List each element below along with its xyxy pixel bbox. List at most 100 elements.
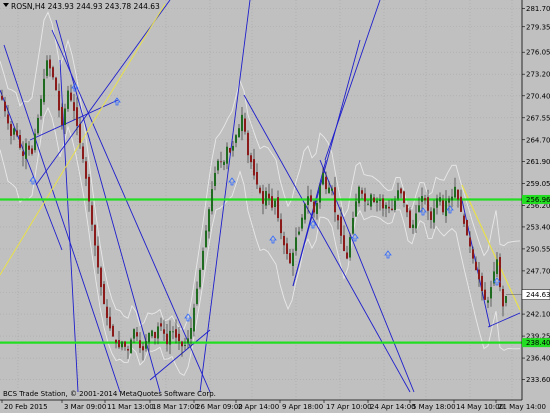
trendline[interactable] (487, 312, 521, 328)
candle (397, 190, 399, 199)
level-tag-label: 256.96 (526, 196, 550, 204)
x-tick-label: 26 Mar 09:00 (196, 403, 243, 411)
candle (436, 198, 438, 208)
price-chart[interactable]: 281.70 279.35 276.05 273.20 270.40 267.55 264.… (0, 0, 550, 413)
candle (118, 340, 120, 348)
candle (340, 216, 342, 236)
x-tick-label: 20 Feb 2015 (4, 403, 48, 411)
candle (349, 237, 351, 258)
candle (352, 218, 354, 234)
candle (289, 253, 291, 264)
candle (205, 230, 207, 248)
candle (319, 185, 321, 203)
candle (403, 191, 405, 204)
candle (145, 341, 147, 349)
candle (64, 108, 66, 125)
candle (283, 235, 285, 246)
y-tick-label: 281.70 (526, 5, 550, 13)
candle (427, 197, 429, 211)
symbol-title: ROSN,H4 243.93 244.93 243.78 244.63 (11, 2, 160, 11)
candle (301, 217, 303, 229)
candle (112, 325, 114, 337)
candle (166, 333, 168, 345)
candle (325, 176, 327, 190)
candle (172, 331, 174, 333)
trendline[interactable] (0, 89, 63, 251)
candle (187, 338, 189, 344)
candle (421, 196, 423, 202)
candle (322, 172, 324, 185)
candle (157, 326, 159, 339)
candle (97, 245, 99, 268)
candle (199, 269, 201, 288)
candle (85, 161, 87, 179)
candle (250, 155, 252, 163)
candle (337, 214, 339, 221)
candle (334, 187, 336, 213)
y-tick-label: 267.55 (526, 114, 550, 122)
trendline[interactable] (199, 0, 251, 393)
x-tick-label: 14 May 10:00 (456, 403, 504, 411)
candle (418, 205, 420, 212)
candle (193, 307, 195, 332)
candle (400, 188, 402, 194)
candle (241, 114, 243, 132)
candle (499, 257, 501, 288)
x-tick-label: 9 Apr 18:00 (282, 403, 323, 411)
candle (358, 186, 360, 204)
candle (154, 331, 156, 339)
last-price-label: 244.63 (526, 291, 550, 299)
candle (253, 159, 255, 176)
candle (22, 151, 24, 156)
y-tick-label: 264.70 (526, 136, 550, 144)
candle (109, 316, 111, 329)
candle (376, 200, 378, 203)
candle (391, 208, 393, 210)
x-tick-label: 3 Mar 09:00 (64, 403, 106, 411)
arrow-up-icon (269, 235, 277, 244)
candle (442, 200, 444, 213)
trendline[interactable] (35, 0, 171, 186)
y-tick-label: 261.90 (526, 158, 550, 166)
candle (160, 323, 162, 327)
candle (310, 195, 312, 202)
candle (328, 187, 330, 193)
y-tick-label: 279.35 (526, 23, 550, 31)
chart-window[interactable]: 281.70 279.35 276.05 273.20 270.40 267.55 264.… (0, 0, 550, 413)
candle (115, 339, 117, 343)
candle (370, 194, 372, 207)
candle (73, 102, 75, 111)
candle (163, 329, 165, 334)
chart-menu-icon[interactable] (3, 3, 9, 7)
candle (316, 203, 318, 214)
copyright-text: BCS Trade Station, © 2001-2014 MetaQuote… (3, 390, 216, 398)
trendline[interactable] (324, 0, 381, 161)
candle (139, 340, 141, 349)
candle (355, 201, 357, 217)
trendline[interactable] (292, 159, 327, 287)
candle (208, 209, 210, 232)
level-tag-label: 238.40 (526, 339, 550, 347)
candle (292, 252, 294, 266)
candle (478, 269, 480, 280)
candle (406, 204, 408, 213)
candle (496, 259, 498, 274)
candle (505, 295, 507, 303)
candle (379, 199, 381, 202)
candle (52, 67, 54, 78)
candle (82, 146, 84, 160)
candle (388, 206, 390, 209)
candle (364, 193, 366, 202)
y-tick-label: 273.20 (526, 71, 550, 79)
candle (67, 90, 69, 109)
candle (481, 275, 483, 291)
candle (295, 237, 297, 251)
candle (232, 145, 234, 151)
candle (58, 90, 60, 111)
candle (361, 190, 363, 194)
candle (169, 330, 171, 345)
y-tick-label: 253.40 (526, 223, 550, 231)
arrow-up-icon (384, 250, 392, 259)
candle (343, 235, 345, 252)
candle (430, 211, 432, 220)
